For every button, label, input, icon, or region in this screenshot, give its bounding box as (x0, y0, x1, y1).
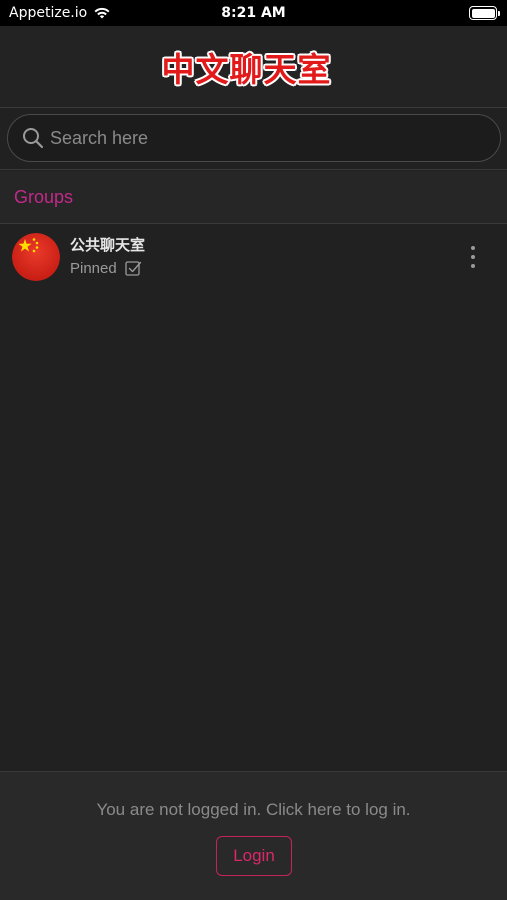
dot (471, 264, 475, 268)
battery-icon (469, 6, 500, 20)
search-input[interactable] (50, 127, 500, 149)
groups-section-header: Groups (0, 171, 507, 224)
search-area (0, 108, 507, 170)
dot (471, 255, 475, 259)
more-options-icon[interactable] (465, 246, 481, 268)
groups-title: Groups (14, 186, 74, 207)
app-title: 中文聊天室 (161, 49, 332, 89)
status-time: 8:21 AM (221, 5, 286, 21)
login-prompt[interactable]: You are not logged in. Click here to log… (0, 800, 507, 820)
search-icon (23, 128, 44, 149)
battery-fill (471, 8, 495, 18)
status-bar: Appetize.io 8:21 AM (0, 0, 507, 26)
pinned-check-icon (125, 261, 141, 276)
group-meta: Pinned (70, 260, 142, 277)
pinned-label: Pinned (70, 260, 117, 277)
login-button[interactable]: Login (216, 836, 292, 876)
app-screen: Appetize.io 8:21 AM 中文聊天室 Groups (0, 0, 507, 900)
group-name: 公共聊天室 (70, 236, 146, 254)
battery-tip (498, 11, 500, 16)
login-footer: You are not logged in. Click here to log… (0, 771, 507, 900)
group-list-item[interactable]: 公共聊天室 Pinned (0, 225, 507, 287)
china-flag-icon (12, 233, 60, 281)
app-header: 中文聊天室 (0, 26, 507, 108)
search-bar[interactable] (7, 114, 501, 162)
dot (471, 246, 475, 250)
